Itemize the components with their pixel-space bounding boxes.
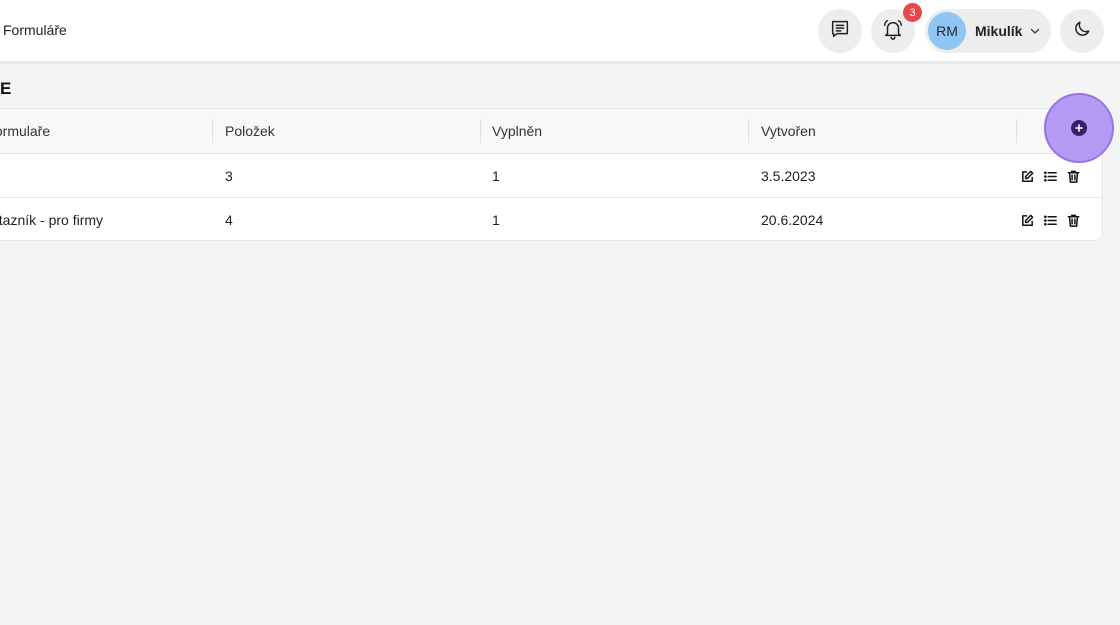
column-header-items[interactable]: Položek [225,109,275,153]
cell-items: 4 [225,212,233,228]
message-list-icon [829,18,851,45]
table-row[interactable]: 3 1 3.5.2023 [0,154,1102,198]
moon-icon [1072,19,1092,44]
column-header-created[interactable]: Vytvořen [761,109,816,153]
column-divider [748,119,749,143]
avatar: RM [928,12,966,50]
add-form-button[interactable] [1044,93,1114,163]
column-header-filled[interactable]: Vyplněn [492,109,542,153]
forms-table: formulaře Položek Vyplněn Vytvořen 3 1 3… [0,108,1103,241]
theme-toggle-button[interactable] [1060,9,1104,53]
cell-created: 20.6.2024 [761,212,824,228]
breadcrumb[interactable]: Formuláře [3,22,67,38]
cell-name: otazník - pro firmy [0,212,104,228]
trash-icon[interactable] [1066,169,1081,184]
column-divider [480,119,481,143]
plus-circle-icon [1071,120,1087,136]
row-actions [1020,198,1081,240]
column-divider [1016,119,1017,143]
list-icon[interactable] [1043,213,1058,228]
list-icon[interactable] [1043,169,1058,184]
cell-created: 3.5.2023 [761,168,816,184]
table-row[interactable]: otazník - pro firmy 4 1 20.6.2024 [0,198,1102,240]
table-header: formulaře Položek Vyplněn Vytvořen [0,109,1102,154]
user-name: Mikulík [975,23,1023,39]
user-menu[interactable]: RM Mikulík [925,9,1051,53]
edit-icon[interactable] [1020,169,1035,184]
edit-icon[interactable] [1020,213,1035,228]
cell-filled: 1 [492,212,500,228]
bell-icon [882,18,904,45]
cell-filled: 1 [492,168,500,184]
chevron-down-icon [1029,25,1041,37]
trash-icon[interactable] [1066,213,1081,228]
page-title: E [0,79,12,98]
cell-items: 3 [225,168,233,184]
column-divider [212,119,213,143]
messages-button[interactable] [818,9,862,53]
notification-badge: 3 [903,3,922,22]
column-header-name[interactable]: formulaře [0,109,50,153]
top-bar: Formuláře 3 RM Mikulík [0,0,1120,62]
